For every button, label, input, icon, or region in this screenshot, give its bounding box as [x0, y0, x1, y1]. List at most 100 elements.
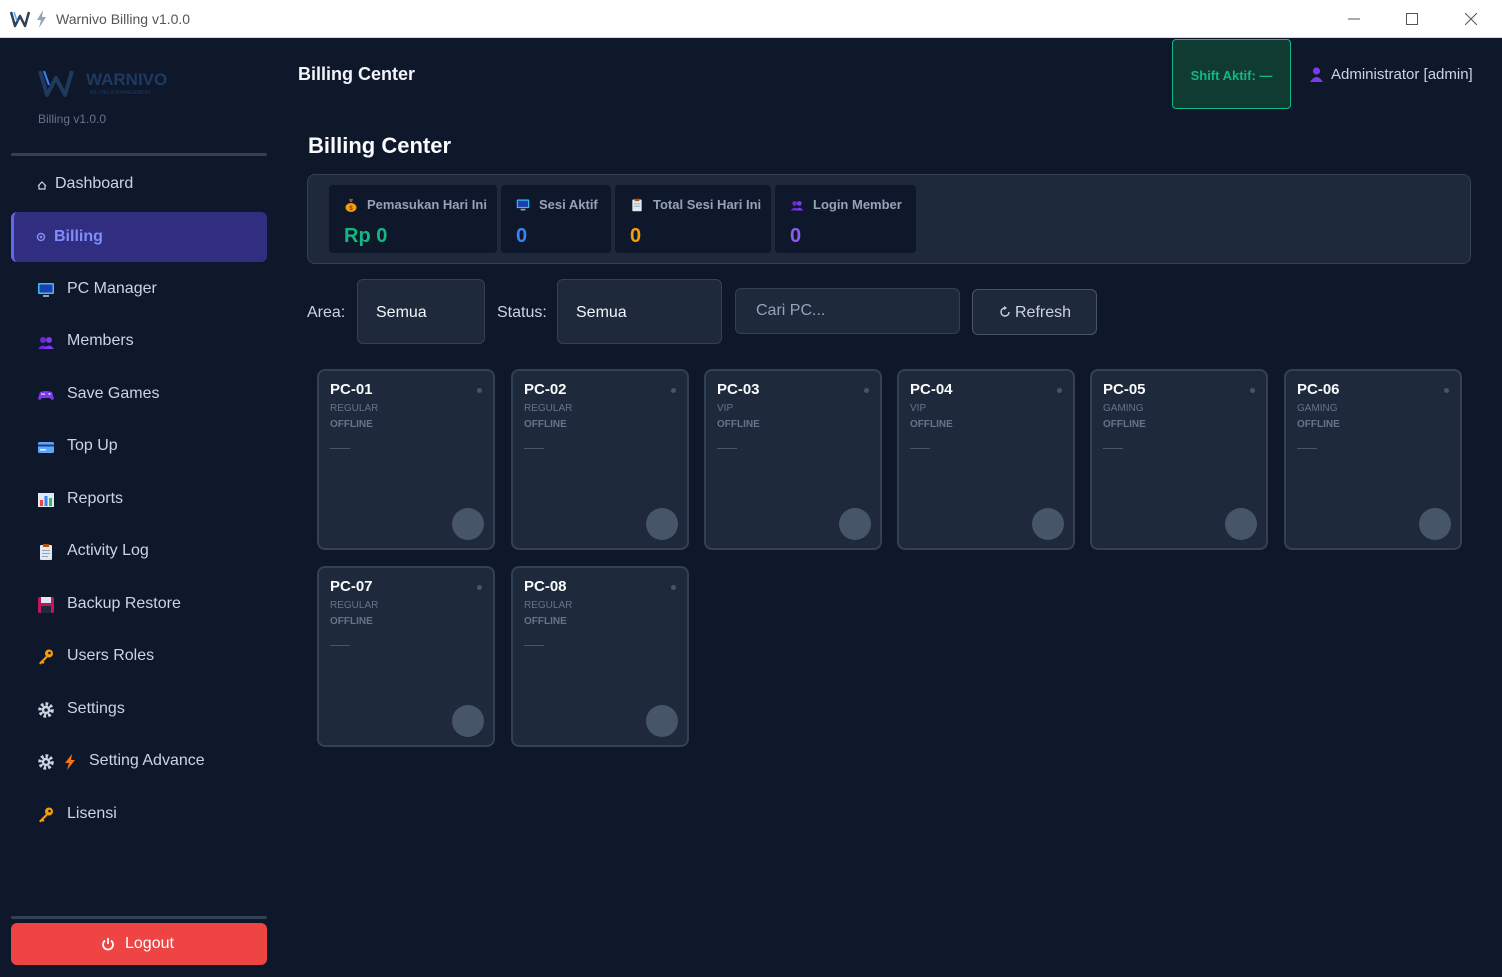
pc-type: REGULAR [330, 600, 379, 611]
sidebar-item-setting-advance[interactable]: Setting Advance [11, 739, 267, 785]
home-icon [37, 181, 47, 190]
window-titlebar: Warnivo Billing v1.0.0 [0, 0, 1502, 38]
clipboard-icon [40, 544, 52, 560]
power-icon [102, 938, 114, 951]
pc-action-button[interactable] [452, 508, 484, 540]
status-select[interactable]: Semua [557, 279, 722, 344]
pc-action-button[interactable] [839, 508, 871, 540]
minimize-button[interactable] [1325, 0, 1383, 38]
pc-status: OFFLINE [1103, 419, 1146, 430]
sidebar-item-members[interactable]: Members [11, 319, 267, 365]
brand-version: Billing v1.0.0 [38, 112, 107, 126]
pc-status: OFFLINE [330, 419, 373, 430]
sidebar-item-pc-manager[interactable]: PC Manager [11, 267, 267, 313]
pc-card[interactable]: PC-01 REGULAR OFFLINE [317, 369, 495, 550]
close-icon [1465, 13, 1477, 25]
floppy-icon [38, 597, 54, 613]
clipboard-icon [632, 198, 642, 212]
pc-timer-placeholder [330, 645, 350, 646]
current-user[interactable]: Administrator [admin] [1331, 66, 1473, 83]
bolt-icon [65, 754, 75, 770]
stat-label: Pemasukan Hari Ini [367, 197, 487, 212]
sidebar-item-label: Dashboard [55, 175, 134, 192]
pc-card[interactable]: PC-02 REGULAR OFFLINE [511, 369, 689, 550]
monitor-icon [516, 199, 530, 211]
sidebar-item-users-roles[interactable]: Users Roles [11, 634, 267, 680]
status-dot-icon [477, 388, 482, 393]
maximize-button[interactable] [1383, 0, 1441, 38]
pc-card[interactable]: PC-07 REGULAR OFFLINE [317, 566, 495, 747]
logout-label: Logout [125, 935, 174, 952]
sidebar-item-reports[interactable]: Reports [11, 477, 267, 523]
bolt-icon [37, 10, 46, 28]
sidebar-item-backup-restore[interactable]: Backup Restore [11, 582, 267, 628]
shift-status-badge[interactable]: Shift Aktif: — [1172, 39, 1291, 109]
pc-type: REGULAR [330, 403, 379, 414]
app-logo-icon [10, 11, 30, 28]
pc-card[interactable]: PC-08 REGULAR OFFLINE [511, 566, 689, 747]
sidebar-item-settings[interactable]: Settings [11, 687, 267, 733]
sidebar-item-lisensi[interactable]: Lisensi [11, 792, 267, 838]
status-dot-icon [477, 585, 482, 590]
pc-name: PC-01 [330, 381, 373, 398]
page-title: Billing Center [308, 133, 452, 158]
sidebar-item-label: Users Roles [67, 647, 155, 664]
pc-timer-placeholder [524, 448, 544, 449]
stat-card-income: $ Pemasukan Hari Ini Rp 0 [329, 185, 497, 253]
pc-status: OFFLINE [717, 419, 760, 430]
sidebar-item-label: Members [67, 332, 134, 349]
pc-name: PC-08 [524, 578, 567, 595]
sidebar-item-save-games[interactable]: Save Games [11, 372, 267, 418]
sidebar-item-top-up[interactable]: Top Up [11, 424, 267, 470]
brand-tagline: BILLING & MANAGEMENT [90, 90, 151, 96]
header-title: Billing Center [298, 64, 416, 84]
monitor-icon [38, 283, 54, 297]
stat-value: 0 [516, 225, 528, 247]
area-filter-label: Area: [307, 304, 346, 321]
members-icon [38, 337, 54, 349]
refresh-label: Refresh [1015, 304, 1072, 321]
sidebar-item-billing[interactable]: Billing [11, 212, 267, 262]
pc-card[interactable]: PC-03 VIP OFFLINE [704, 369, 882, 550]
key-icon [39, 649, 53, 665]
stat-label: Login Member [813, 197, 902, 212]
brand-name: WARNIVO [86, 70, 167, 89]
area-select-value: Semua [376, 304, 427, 321]
pc-action-button[interactable] [1032, 508, 1064, 540]
pc-card[interactable]: PC-06 GAMING OFFLINE [1284, 369, 1462, 550]
status-dot-icon [864, 388, 869, 393]
pc-action-button[interactable] [1419, 508, 1451, 540]
pc-name: PC-04 [910, 381, 953, 398]
pc-timer-placeholder [1297, 448, 1317, 449]
status-dot-icon [1057, 388, 1062, 393]
pc-card[interactable]: PC-04 VIP OFFLINE [897, 369, 1075, 550]
close-button[interactable] [1442, 0, 1500, 38]
stat-value: Rp 0 [344, 225, 388, 247]
sidebar-item-activity-log[interactable]: Activity Log [11, 529, 267, 575]
pc-type: GAMING [1297, 403, 1338, 414]
brand-logo: WARNIVO BILLING & MANAGEMENT [38, 70, 167, 97]
gamepad-icon [38, 391, 54, 400]
pc-action-button[interactable] [1225, 508, 1257, 540]
pc-type: REGULAR [524, 403, 573, 414]
bar-chart-icon [38, 493, 54, 507]
pc-status: OFFLINE [524, 419, 567, 430]
search-pc-input[interactable] [735, 288, 960, 334]
pc-action-button[interactable] [646, 508, 678, 540]
pc-type: VIP [910, 403, 927, 414]
pc-card[interactable]: PC-05 GAMING OFFLINE [1090, 369, 1268, 550]
pc-timer-placeholder [717, 448, 737, 449]
logout-button[interactable]: Logout [11, 923, 267, 965]
refresh-button[interactable]: Refresh [972, 289, 1097, 335]
pc-action-button[interactable] [646, 705, 678, 737]
pc-action-button[interactable] [452, 705, 484, 737]
status-dot-icon [1250, 388, 1255, 393]
money-bag-icon: $ [345, 199, 357, 212]
area-select[interactable]: Semua [357, 279, 485, 344]
status-dot-icon [671, 585, 676, 590]
window-title: Warnivo Billing v1.0.0 [56, 11, 191, 27]
minimize-icon [1348, 18, 1360, 20]
sidebar-item-dashboard[interactable]: Dashboard [11, 162, 267, 208]
sidebar: WARNIVO BILLING & MANAGEMENT Billing v1.… [0, 38, 278, 977]
user-icon [1310, 67, 1323, 82]
